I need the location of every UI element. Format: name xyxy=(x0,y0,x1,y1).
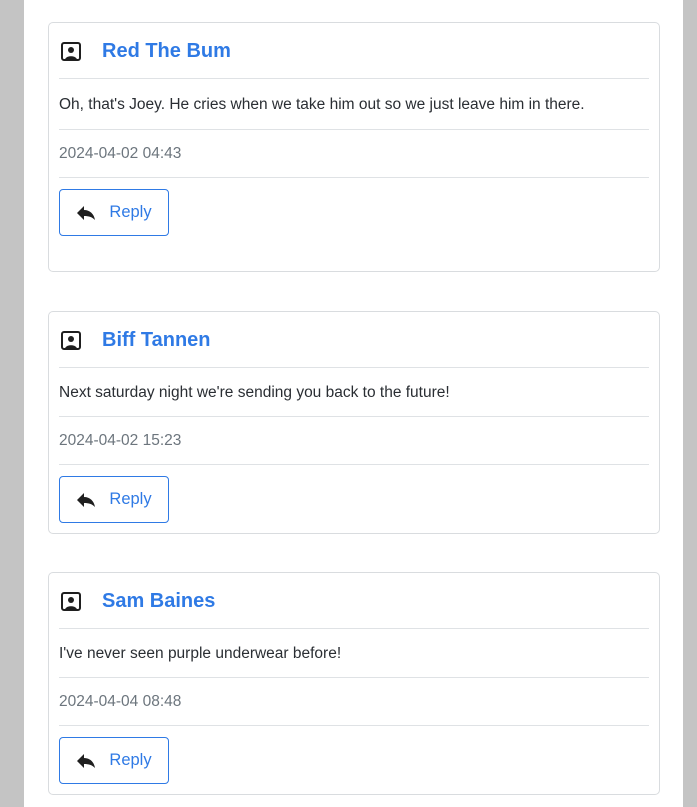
comment-timestamp: 2024-04-02 04:43 xyxy=(59,130,649,178)
reply-button-label: Reply xyxy=(109,490,152,508)
reply-arrow-icon xyxy=(76,753,96,769)
reply-button[interactable]: Reply xyxy=(59,737,169,784)
comment-header: Biff Tannen xyxy=(59,312,649,368)
comment-actions: Reply xyxy=(59,178,649,245)
reply-button-label: Reply xyxy=(109,203,152,221)
reply-button[interactable]: Reply xyxy=(59,476,169,523)
reply-arrow-icon xyxy=(76,205,96,221)
comment-card: Sam Baines I've never seen purple underw… xyxy=(48,572,660,795)
user-portrait-icon xyxy=(61,592,81,612)
comment-author[interactable]: Biff Tannen xyxy=(102,328,211,352)
comment-timestamp: 2024-04-04 08:48 xyxy=(59,678,649,726)
reply-button-label: Reply xyxy=(109,751,152,769)
comments-panel: Red The Bum Oh, that's Joey. He cries wh… xyxy=(24,0,683,807)
comment-header: Red The Bum xyxy=(59,23,649,79)
comment-author[interactable]: Sam Baines xyxy=(102,589,215,613)
comment-text: I've never seen purple underwear before! xyxy=(59,629,649,678)
comment-author[interactable]: Red The Bum xyxy=(102,39,231,63)
user-portrait-icon xyxy=(61,42,81,62)
comment-header: Sam Baines xyxy=(59,573,649,629)
comment-text: Next saturday night we're sending you ba… xyxy=(59,368,649,417)
user-portrait-icon xyxy=(61,331,81,351)
reply-arrow-icon xyxy=(76,492,96,508)
comment-actions: Reply xyxy=(59,726,649,793)
comment-text: Oh, that's Joey. He cries when we take h… xyxy=(59,79,649,130)
comment-card: Biff Tannen Next saturday night we're se… xyxy=(48,311,660,534)
comment-timestamp: 2024-04-02 15:23 xyxy=(59,417,649,465)
comment-actions: Reply xyxy=(59,465,649,532)
reply-button[interactable]: Reply xyxy=(59,189,169,236)
comment-card: Red The Bum Oh, that's Joey. He cries wh… xyxy=(48,22,660,272)
